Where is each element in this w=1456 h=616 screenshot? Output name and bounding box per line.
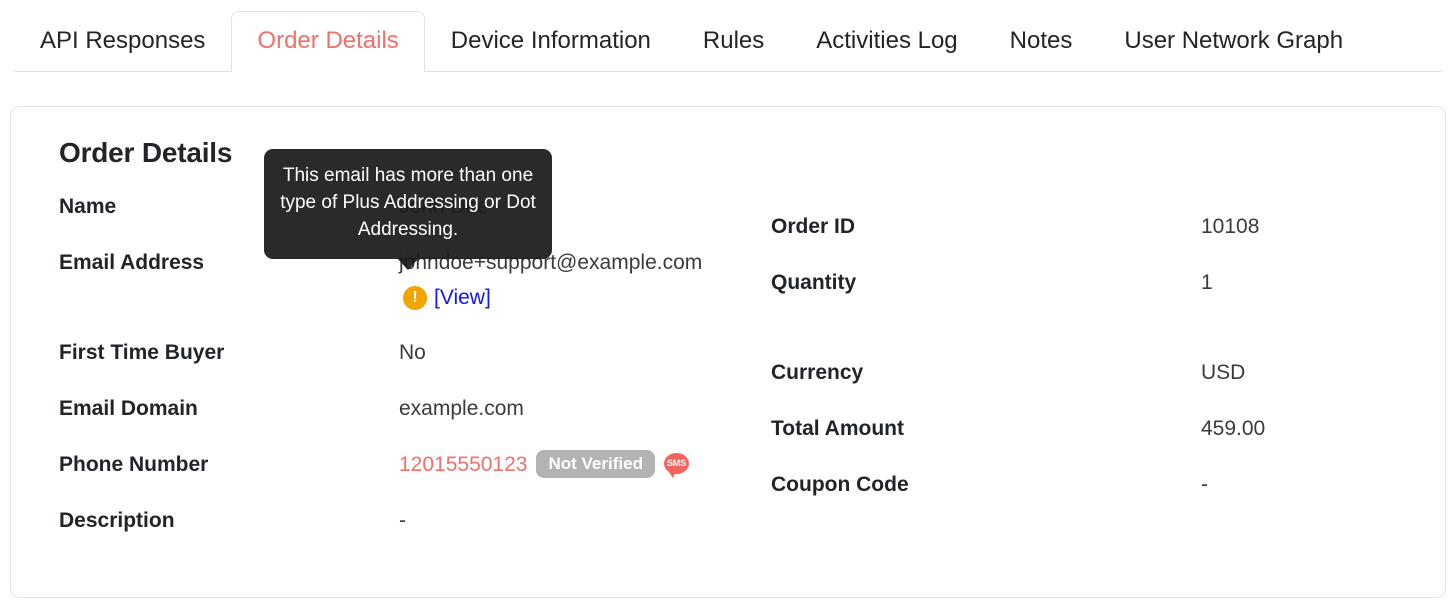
- value-currency: USD: [1201, 361, 1246, 384]
- value-email-domain: example.com: [399, 397, 524, 420]
- tab-rules[interactable]: Rules: [677, 11, 790, 72]
- value-coupon-code: -: [1201, 473, 1208, 496]
- value-quantity: 1: [1201, 271, 1213, 294]
- label-email-address: Email Address: [59, 251, 205, 274]
- detail-row-currency: Currency USD: [771, 357, 1397, 413]
- tab-device-information[interactable]: Device Information: [425, 11, 677, 72]
- label-first-time-buyer: First Time Buyer: [59, 341, 225, 364]
- tab-notes[interactable]: Notes: [984, 11, 1099, 72]
- value-email-address: johndoe+support@example.com: [399, 251, 703, 274]
- value-order-id: 10108: [1201, 215, 1260, 238]
- label-description: Description: [59, 509, 175, 532]
- value-total-amount: 459.00: [1201, 417, 1266, 440]
- value-phone-number: 12015550123: [399, 453, 528, 476]
- phone-number-cell: 12015550123 Not Verified SMS: [399, 449, 689, 479]
- label-name: Name: [59, 195, 117, 218]
- exclamation-circle-icon[interactable]: !: [403, 286, 427, 311]
- value-description: -: [399, 509, 406, 532]
- tab-user-network-graph[interactable]: User Network Graph: [1098, 11, 1369, 72]
- value-name: John Doe: [399, 195, 489, 218]
- value-first-time-buyer: No: [399, 341, 426, 364]
- detail-row-order-id: Order ID 10108: [771, 211, 1397, 267]
- page-title: Order Details: [59, 137, 233, 168]
- tab-api-responses[interactable]: API Responses: [14, 11, 231, 72]
- tab-activities-log[interactable]: Activities Log: [790, 11, 983, 72]
- detail-row-total-amount: Total Amount 459.00: [771, 413, 1397, 469]
- detail-row-quantity: Quantity 1: [771, 267, 1397, 323]
- spacer-row: [771, 323, 1397, 357]
- label-currency: Currency: [771, 361, 864, 384]
- tab-bar: API Responses Order Details Device Infor…: [0, 0, 1456, 72]
- sms-bubble-icon: SMS: [663, 453, 689, 479]
- email-warning-group: ! [View] This email has more than one ty…: [264, 149, 702, 311]
- label-order-id: Order ID: [771, 215, 856, 238]
- label-quantity: Quantity: [771, 271, 857, 294]
- order-details-right-column: Order ID 10108 Quantity 1 Currency USD T…: [771, 211, 1397, 525]
- view-link[interactable]: [View]: [434, 286, 491, 310]
- order-details-card: Order Details Name John Doe Email Addres…: [10, 106, 1446, 598]
- label-email-domain: Email Domain: [59, 397, 198, 420]
- label-phone-number: Phone Number: [59, 453, 209, 476]
- email-address-cell: johndoe+support@example.com ! [View] Thi…: [264, 149, 703, 311]
- tab-order-details[interactable]: Order Details: [231, 11, 425, 72]
- label-coupon-code: Coupon Code: [771, 473, 909, 496]
- label-total-amount: Total Amount: [771, 417, 904, 440]
- detail-row-coupon-code: Coupon Code -: [771, 469, 1397, 525]
- status-badge-not-verified: Not Verified: [536, 449, 655, 478]
